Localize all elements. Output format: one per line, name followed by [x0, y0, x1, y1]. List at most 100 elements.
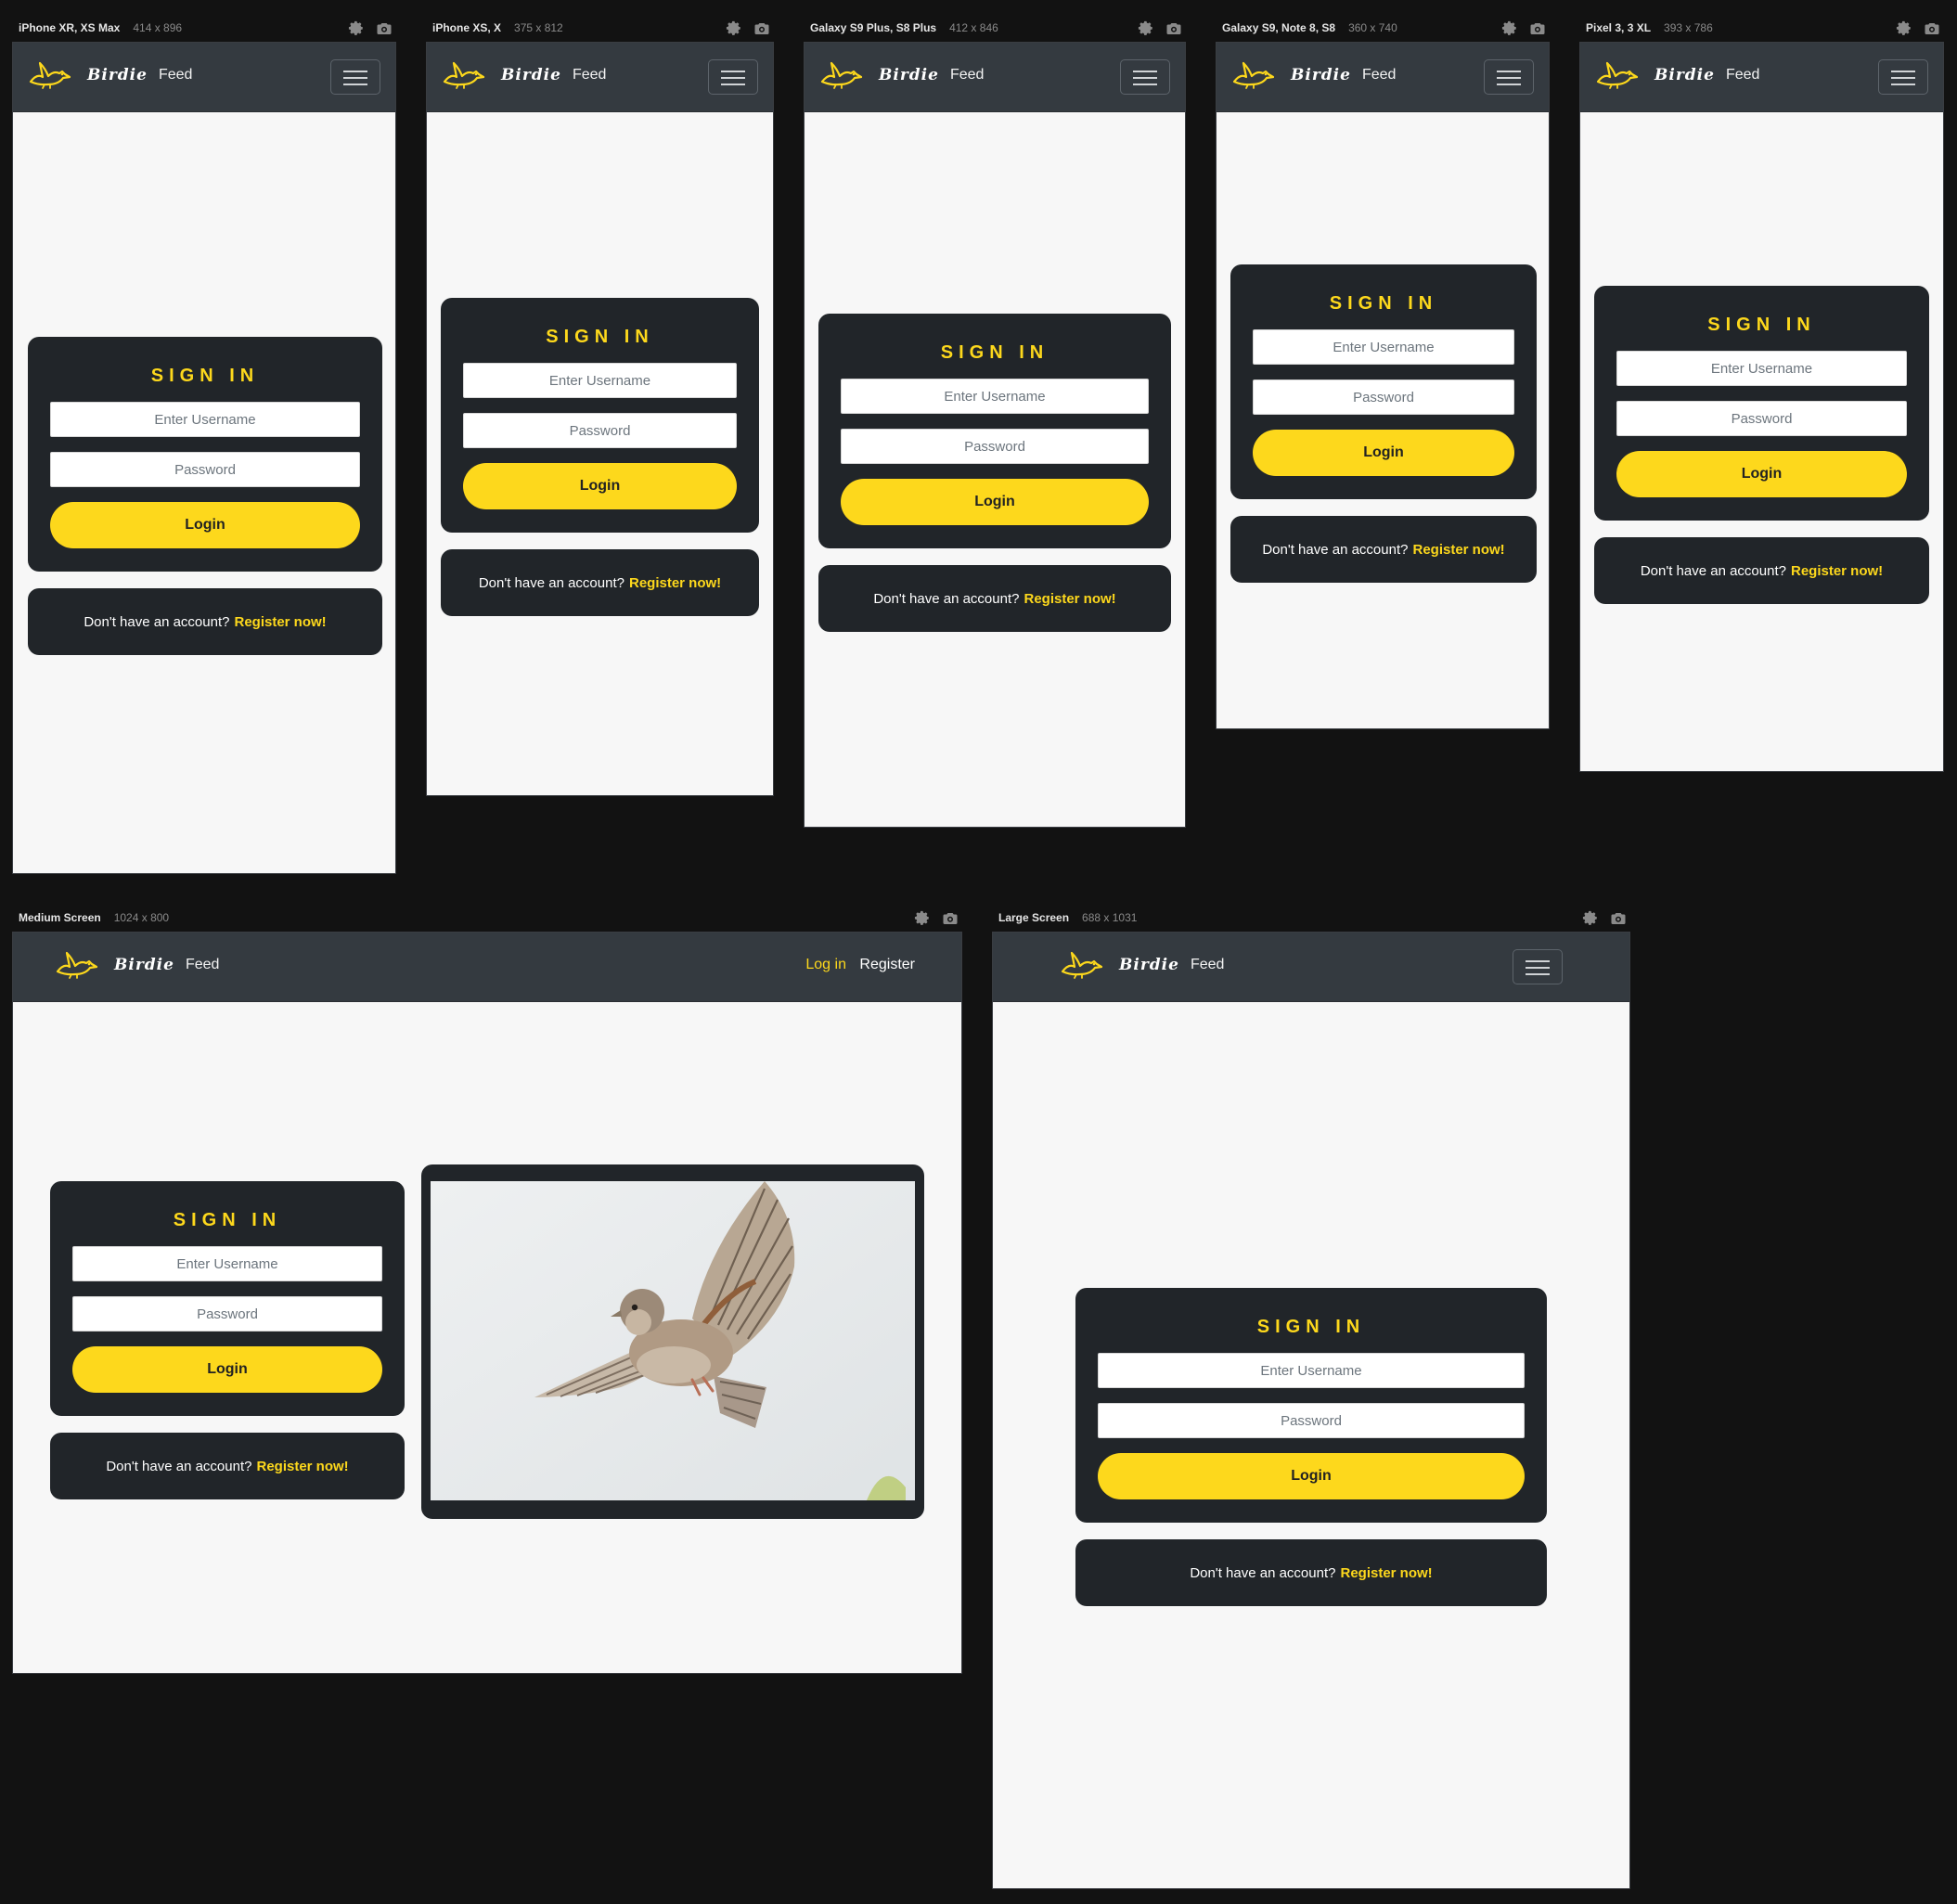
- brand-feed: Feed: [949, 67, 985, 83]
- navbar: Birdie Feed: [1580, 43, 1943, 112]
- password-input[interactable]: [1098, 1403, 1525, 1438]
- nav-register-link[interactable]: Register: [859, 957, 915, 972]
- gear-icon[interactable]: [726, 20, 742, 37]
- password-input[interactable]: [1616, 401, 1907, 436]
- device-label: Medium Screen 1024 x 800: [19, 911, 170, 924]
- register-card: Don't have an account? Register now!: [1594, 537, 1929, 604]
- bird-logo-icon: [1060, 949, 1104, 981]
- device-frame-iphone-xr: iPhone XR, XS Max 414 x 896 Birdie Feed S…: [12, 15, 396, 874]
- gear-icon[interactable]: [914, 910, 931, 927]
- register-card: Don't have an account? Register now!: [441, 549, 759, 616]
- register-card: Don't have an account? Register now!: [50, 1433, 405, 1499]
- signin-title: SIGN IN: [1256, 1317, 1366, 1337]
- register-prompt: Don't have an account?: [1640, 562, 1786, 579]
- username-input[interactable]: [841, 379, 1149, 414]
- bird-logo-icon: [1231, 59, 1276, 91]
- device-frame-medium-screen: Medium Screen 1024 x 800 Birdie Feed Log …: [12, 905, 962, 1674]
- brand[interactable]: Birdie Feed: [442, 59, 606, 91]
- nav-login-link[interactable]: Log in: [805, 957, 846, 972]
- username-input[interactable]: [1098, 1353, 1525, 1388]
- hamburger-menu-button[interactable]: [1513, 949, 1563, 984]
- navbar: Birdie Feed: [805, 43, 1185, 112]
- device-viewport: Birdie Feed SIGN IN Login Don't have an …: [426, 42, 774, 796]
- username-input[interactable]: [1253, 329, 1514, 365]
- login-button[interactable]: Login: [841, 479, 1149, 525]
- camera-icon[interactable]: [1924, 20, 1940, 37]
- camera-icon[interactable]: [1610, 910, 1627, 927]
- sparrow-photo: [431, 1181, 915, 1500]
- register-prompt: Don't have an account?: [84, 613, 230, 630]
- camera-icon[interactable]: [1529, 20, 1546, 37]
- bird-logo-icon: [55, 949, 99, 981]
- login-button[interactable]: Login: [72, 1346, 382, 1393]
- register-prompt: Don't have an account?: [1190, 1564, 1336, 1581]
- brand[interactable]: Birdie Feed: [1231, 59, 1396, 91]
- brand[interactable]: Birdie Feed: [819, 59, 984, 91]
- brand-feed: Feed: [572, 67, 607, 83]
- hamburger-menu-button[interactable]: [330, 59, 380, 95]
- brand-feed: Feed: [185, 957, 220, 972]
- register-link[interactable]: Register now!: [1791, 563, 1883, 579]
- signin-title: SIGN IN: [173, 1210, 282, 1230]
- password-input[interactable]: [72, 1296, 382, 1332]
- bird-logo-icon: [819, 59, 864, 91]
- brand[interactable]: Birdie Feed: [1595, 59, 1759, 91]
- gear-icon[interactable]: [348, 20, 365, 37]
- hamburger-menu-button[interactable]: [1120, 59, 1170, 95]
- password-input[interactable]: [50, 452, 360, 487]
- device-label: Galaxy S9 Plus, S8 Plus 412 x 846: [810, 21, 998, 34]
- register-link[interactable]: Register now!: [1340, 1565, 1432, 1581]
- register-link[interactable]: Register now!: [234, 614, 326, 630]
- camera-icon[interactable]: [376, 20, 393, 37]
- username-input[interactable]: [50, 402, 360, 437]
- username-input[interactable]: [72, 1246, 382, 1281]
- signin-card: SIGN IN Login: [28, 337, 382, 572]
- camera-icon[interactable]: [753, 20, 770, 37]
- register-prompt: Don't have an account?: [873, 590, 1020, 607]
- device-frame-large-screen: Large Screen 688 x 1031 Birdie Feed SIGN …: [992, 905, 1630, 1889]
- brand[interactable]: Birdie Feed: [28, 59, 192, 91]
- gear-icon[interactable]: [1501, 20, 1518, 37]
- device-frame-pixel-3: Pixel 3, 3 XL 393 x 786 Birdie Feed SIGN …: [1579, 15, 1944, 772]
- gear-icon[interactable]: [1896, 20, 1912, 37]
- navbar: Birdie Feed: [427, 43, 773, 112]
- brand-name: Birdie: [1119, 956, 1179, 974]
- device-viewport: Birdie Feed SIGN IN Login Don't have an …: [992, 932, 1630, 1889]
- register-link[interactable]: Register now!: [256, 1459, 348, 1474]
- brand[interactable]: Birdie Feed: [1060, 949, 1224, 981]
- login-button[interactable]: Login: [1616, 451, 1907, 497]
- username-input[interactable]: [463, 363, 737, 398]
- brand-name: Birdie: [1654, 66, 1715, 84]
- register-card: Don't have an account? Register now!: [818, 565, 1171, 632]
- hamburger-menu-button[interactable]: [708, 59, 758, 95]
- username-input[interactable]: [1616, 351, 1907, 386]
- password-input[interactable]: [841, 429, 1149, 464]
- navbar: Birdie Feed Log in Register: [13, 933, 961, 1002]
- device-viewport: Birdie Feed Log in Register SIGN IN Logi…: [12, 932, 962, 1674]
- register-prompt: Don't have an account?: [106, 1458, 252, 1474]
- login-button[interactable]: Login: [463, 463, 737, 509]
- register-link[interactable]: Register now!: [1024, 591, 1115, 607]
- password-input[interactable]: [1253, 380, 1514, 415]
- camera-icon[interactable]: [1165, 20, 1182, 37]
- login-button[interactable]: Login: [50, 502, 360, 548]
- device-label: Galaxy S9, Note 8, S8 360 x 740: [1222, 21, 1397, 34]
- device-label: Large Screen 688 x 1031: [998, 911, 1138, 924]
- register-card: Don't have an account? Register now!: [28, 588, 382, 655]
- brand[interactable]: Birdie Feed: [55, 949, 219, 981]
- login-button[interactable]: Login: [1253, 430, 1514, 476]
- navbar: Birdie Feed: [13, 43, 395, 112]
- hamburger-menu-button[interactable]: [1878, 59, 1928, 95]
- signin-title: SIGN IN: [546, 327, 654, 347]
- login-button[interactable]: Login: [1098, 1453, 1525, 1499]
- password-input[interactable]: [463, 413, 737, 448]
- register-link[interactable]: Register now!: [1412, 542, 1504, 558]
- hamburger-menu-button[interactable]: [1484, 59, 1534, 95]
- gear-icon[interactable]: [1582, 910, 1599, 927]
- register-link[interactable]: Register now!: [629, 575, 721, 591]
- brand-name: Birdie: [501, 66, 561, 84]
- signin-card: SIGN IN Login: [1230, 264, 1537, 499]
- gear-icon[interactable]: [1138, 20, 1154, 37]
- register-card: Don't have an account? Register now!: [1075, 1539, 1547, 1606]
- camera-icon[interactable]: [942, 910, 959, 927]
